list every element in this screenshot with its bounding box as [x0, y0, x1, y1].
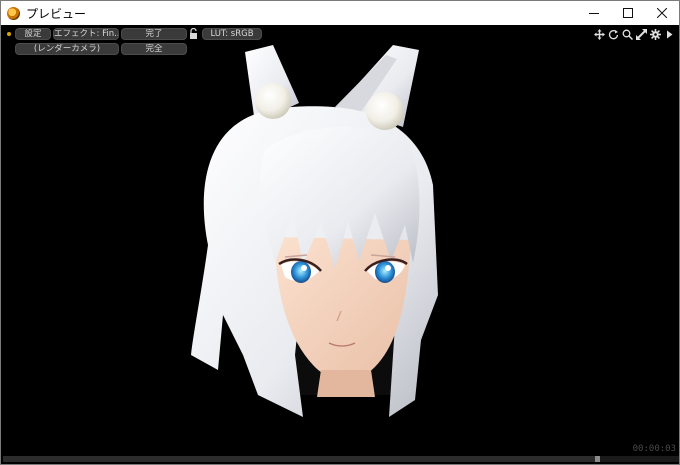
expand-icon[interactable] [636, 28, 647, 40]
render-image [191, 45, 438, 418]
render-viewport[interactable]: 設定 エフェクト: Fin... 完了 LUT: sRGB (レンダーカメラ) … [3, 25, 679, 464]
maximize-icon [623, 8, 633, 18]
maximize-button[interactable] [611, 1, 645, 25]
window-controls [577, 1, 679, 25]
preview-window: プレビュー 設定 エフェクト: Fin... 完了 LUT: sRGB (レンダ… [0, 0, 680, 465]
quality-button[interactable]: 完全 [121, 43, 187, 55]
camera-select-button[interactable]: (レンダーカメラ) [15, 43, 119, 55]
lut-button[interactable]: LUT: sRGB [202, 28, 262, 40]
app-icon [7, 6, 20, 20]
progress-thumb[interactable] [594, 456, 600, 462]
move-icon[interactable] [594, 28, 605, 40]
play-arrow-icon[interactable] [664, 29, 675, 40]
settings-button[interactable]: 設定 [15, 28, 51, 40]
unlock-icon[interactable] [189, 28, 199, 40]
minimize-icon [589, 13, 599, 14]
effect-button[interactable]: エフェクト: Fin... [53, 28, 119, 40]
timestamp: 00:00:03 [632, 444, 676, 454]
window-title: プレビュー [26, 6, 87, 21]
status-dot-icon [7, 32, 11, 36]
playback-progress-bar[interactable] [3, 456, 679, 462]
zoom-icon[interactable] [622, 29, 633, 40]
progress-fill [3, 456, 595, 462]
rotate-icon[interactable] [608, 29, 619, 40]
title-bar[interactable]: プレビュー [1, 1, 679, 25]
minimize-button[interactable] [577, 1, 611, 25]
view-tools [594, 28, 675, 40]
gear-icon[interactable] [650, 28, 661, 40]
close-icon [657, 8, 667, 18]
done-button[interactable]: 完了 [121, 28, 187, 40]
close-button[interactable] [645, 1, 679, 25]
